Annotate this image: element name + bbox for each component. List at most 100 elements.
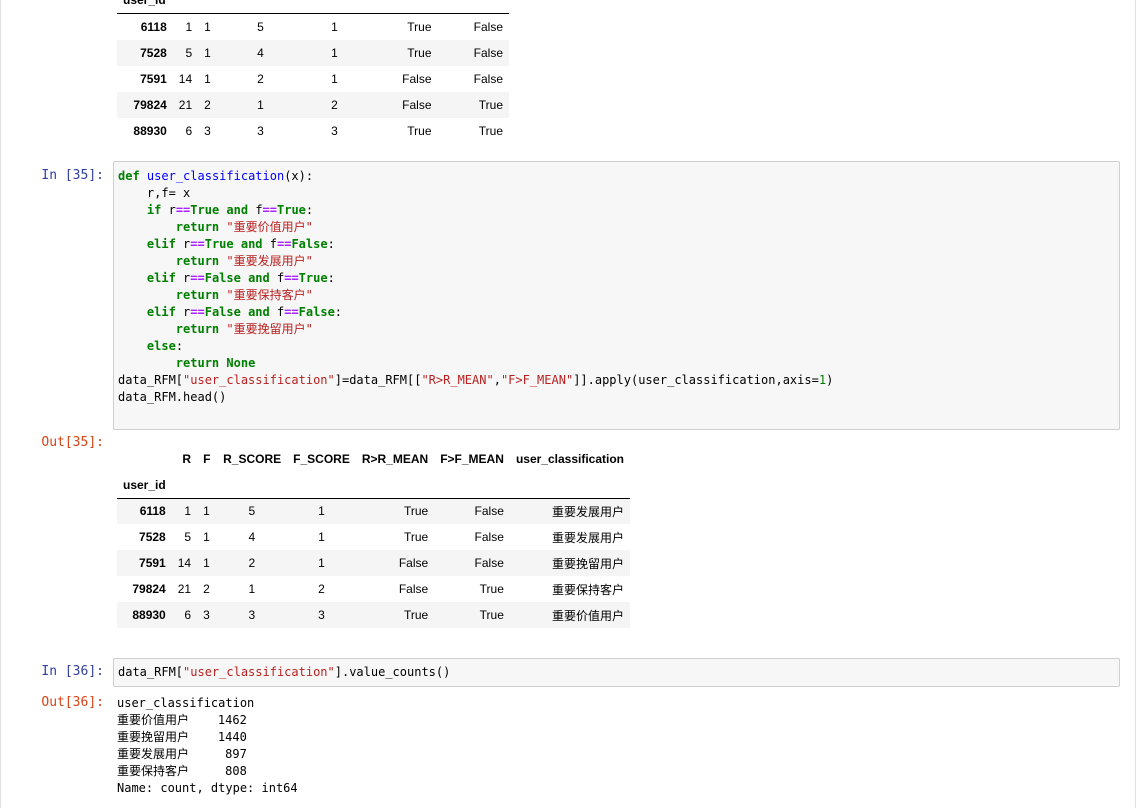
notebook-right-border <box>1135 0 1136 808</box>
table-row: 79824 21 2 1 2 False True <box>117 92 509 118</box>
table-cell: True <box>368 40 438 66</box>
table-cell: 1 <box>203 530 210 544</box>
table-cell: False <box>398 582 429 596</box>
row-index: 88930 <box>117 602 172 628</box>
table-cell: True <box>403 530 429 544</box>
table-cell: 14 <box>178 72 193 86</box>
table-cell: 21 <box>172 92 199 118</box>
row-index: 6118 <box>140 20 167 34</box>
table-cell: True <box>437 92 509 118</box>
table-cell: 3 <box>257 124 264 138</box>
table-cell: 1 <box>300 40 369 66</box>
table-cell: 1 <box>248 582 256 596</box>
table-cell: 1 <box>331 72 338 86</box>
table-cell: 1 <box>318 530 325 544</box>
table-cell: 2 <box>300 92 369 118</box>
output-line: user_classification <box>117 696 255 710</box>
table-row: 6118 1 1 5 1 True False <box>117 14 509 40</box>
table-cell: False <box>473 72 503 86</box>
table-cell: 14 <box>171 550 198 576</box>
table-cell: True <box>407 124 432 138</box>
output-prompt-36: Out[36]: <box>41 695 104 710</box>
table-cell: False <box>473 20 503 34</box>
column-header: R_SCORE <box>223 452 282 466</box>
table-cell: 1 <box>171 498 198 524</box>
table-cell: 1 <box>287 498 356 524</box>
notebook-left-border <box>0 0 1 808</box>
row-index: 79824 <box>132 582 166 596</box>
table-cell: True <box>434 602 510 628</box>
table-cell: 1 <box>198 40 221 66</box>
table-cell: False <box>434 550 510 576</box>
table-cell: False <box>368 92 438 118</box>
table-cell: 重要发展用户 <box>551 530 624 545</box>
table-cell: 5 <box>184 530 192 544</box>
table-cell: 5 <box>216 498 288 524</box>
row-index: 6118 <box>117 498 172 524</box>
output-line: Name: count, dtype: int64 <box>117 781 298 795</box>
output-line: 重要发展用户 897 <box>117 747 247 761</box>
row-index: 7591 <box>140 72 167 86</box>
column-header: R>R_MEAN <box>361 452 429 466</box>
table-row: 6118 1 1 5 1 True False 重要发展用户 <box>117 498 630 524</box>
table-cell: 1 <box>197 498 217 524</box>
partial-index-header: user_id <box>123 0 166 7</box>
table-cell: 重要保持客户 <box>551 582 624 597</box>
table-cell: 1 <box>331 20 338 34</box>
table-cell: 1 <box>197 550 217 576</box>
table-cell: 2 <box>203 582 210 596</box>
code-editor-35[interactable]: def user_classification(x): r,f= x if r=… <box>118 168 833 406</box>
row-index: 7528 <box>139 530 166 544</box>
table-cell: 4 <box>220 40 301 66</box>
corner-cell <box>117 446 172 472</box>
table-cell: False <box>402 72 432 86</box>
table-cell: True <box>355 498 435 524</box>
table-cell: True <box>407 20 432 34</box>
table-cell: 5 <box>172 40 199 66</box>
column-header: user_classification <box>515 452 624 466</box>
row-index: 7591 <box>117 550 172 576</box>
table-cell: 4 <box>248 530 256 544</box>
column-header: F_SCORE <box>293 452 350 466</box>
dataframe-table-head: R F R_SCORE F_SCORE R>R_MEAN F>F_MEAN user_cla… <box>117 446 630 628</box>
table-cell: 1 <box>204 72 211 86</box>
table-cell: 重要挽留用户 <box>509 550 630 576</box>
index-name: user_id <box>123 478 166 492</box>
output-line: 重要挽留用户 1440 <box>117 730 247 744</box>
table-cell: 21 <box>177 582 192 596</box>
table-cell: 2 <box>216 550 288 576</box>
table-cell: 3 <box>287 602 356 628</box>
row-index: 79824 <box>117 92 173 118</box>
table-cell: False <box>434 498 510 524</box>
table-cell: True <box>478 124 503 138</box>
table-cell: 3 <box>204 124 211 138</box>
output-prompt-35: Out[35]: <box>41 435 104 450</box>
table-cell: False <box>437 40 509 66</box>
table-cell: 1 <box>185 20 193 34</box>
table-row: 7528 5 1 4 1 True False <box>117 40 509 66</box>
code-editor-36[interactable]: data_RFM["user_classification"].value_co… <box>118 664 450 681</box>
table-cell: 6 <box>185 124 193 138</box>
output-line: 重要保持客户 808 <box>117 764 247 778</box>
table-cell: 6 <box>171 602 198 628</box>
dataframe-table-top: 6118 1 1 5 1 True False 7528 5 1 4 1 True False 7591 14… <box>117 14 509 144</box>
column-header: F>F_MEAN <box>440 452 504 466</box>
input-prompt-36: In [36]: <box>41 664 104 679</box>
table-cell: 3 <box>197 602 217 628</box>
column-header: R <box>182 452 192 466</box>
table-cell: False <box>355 550 435 576</box>
value-counts-output: user_classification 重要价值用户 1462 重要挽留用户 144… <box>117 695 298 797</box>
table-cell: 1 <box>204 20 211 34</box>
table-row: 7528 5 1 4 1 True False 重要发展用户 <box>117 524 630 550</box>
table-cell: 3 <box>331 124 338 138</box>
table-cell: 重要价值用户 <box>509 602 630 628</box>
table-row: 7591 14 1 2 1 False False 重要挽留用户 <box>117 550 630 576</box>
table-cell: True <box>479 582 504 596</box>
table-cell: 2 <box>198 92 221 118</box>
table-cell: 重要发展用户 <box>509 498 630 524</box>
table-header-rule-2 <box>117 498 630 499</box>
output-line: 重要价值用户 1462 <box>117 713 247 727</box>
table-cell: 5 <box>257 20 264 34</box>
table-row: 79824 21 2 1 2 False True 重要保持客户 <box>117 576 630 602</box>
table-cell: 1 <box>220 92 301 118</box>
